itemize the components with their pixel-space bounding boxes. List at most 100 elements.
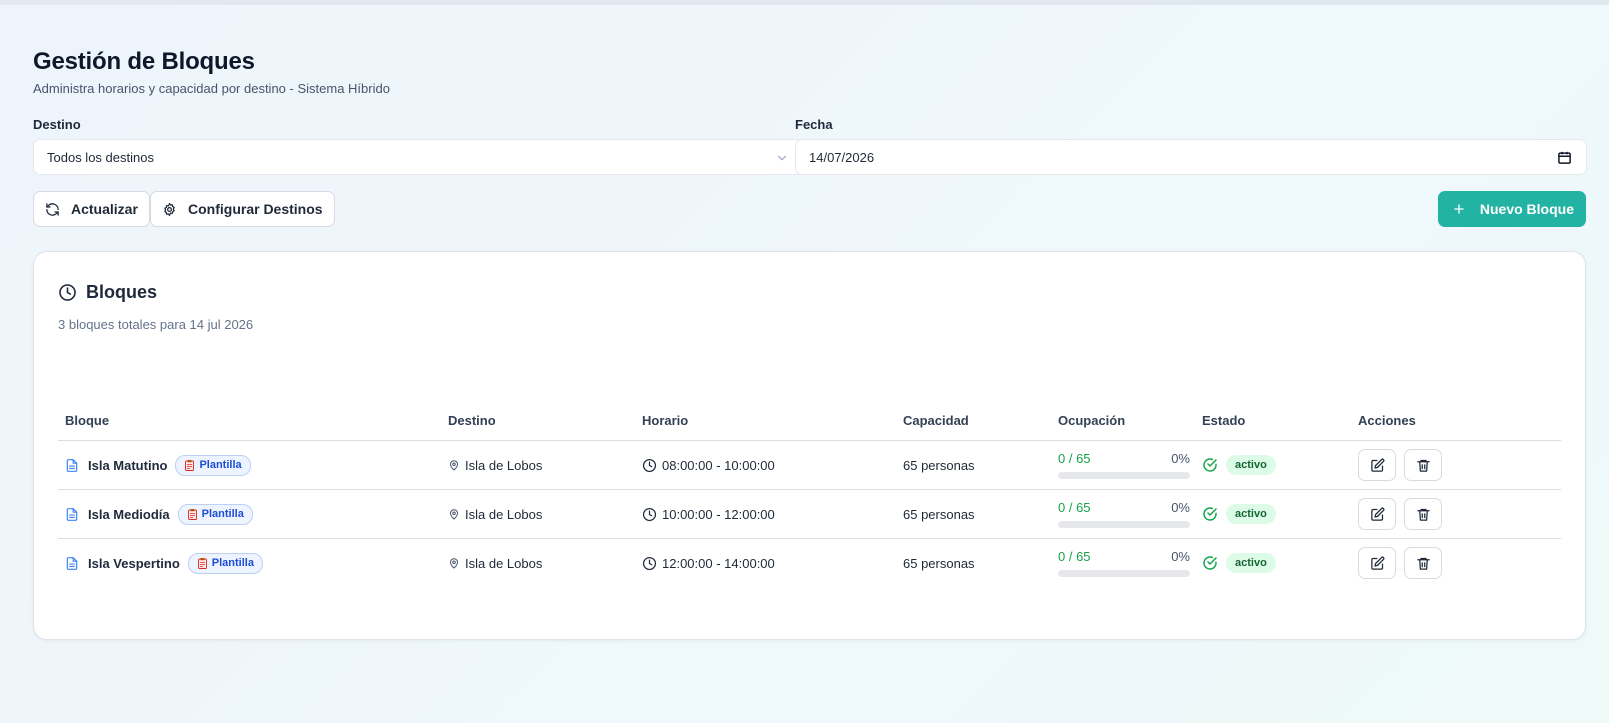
destino-label: Destino (33, 117, 81, 132)
template-badge: Plantilla (175, 454, 251, 476)
configure-destinations-button[interactable]: Configurar Destinos (150, 191, 335, 227)
delete-button[interactable] (1404, 449, 1442, 481)
table-row[interactable]: Isla Matutino Plantilla Isla de Lobos 08… (58, 441, 1561, 490)
column-header-acciones: Acciones (1358, 413, 1416, 428)
clock-icon (59, 284, 76, 301)
fecha-value: 14/07/2026 (809, 149, 875, 165)
capacity-cell: 65 personas (903, 490, 975, 538)
occupancy-percent: 0% (1171, 500, 1190, 515)
status-badge: activo (1226, 455, 1276, 475)
table-body: Isla Matutino Plantilla Isla de Lobos 08… (58, 441, 1561, 588)
block-name-cell: Isla Vespertino Plantilla (65, 539, 263, 587)
occupancy-cell: 0 / 65 0% (1058, 549, 1190, 579)
occupancy-percent: 0% (1171, 451, 1190, 466)
occupancy-percent: 0% (1171, 549, 1190, 564)
occupancy-count: 0 / 65 (1058, 549, 1091, 564)
actions-cell (1358, 441, 1450, 489)
edit-button[interactable] (1358, 547, 1396, 579)
blocks-table: Bloque Destino Horario Capacidad Ocupaci… (58, 409, 1561, 588)
capacity-text: 65 personas (903, 457, 975, 473)
schedule-text: 12:00:00 - 14:00:00 (662, 555, 775, 571)
refresh-icon (46, 202, 59, 216)
destination-text: Isla de Lobos (465, 457, 543, 473)
template-badge-label: Plantilla (199, 459, 242, 471)
configure-label: Configurar Destinos (188, 201, 323, 217)
block-name: Isla Mediodía (88, 506, 170, 522)
template-badge-label: Plantilla (211, 557, 254, 569)
gear-icon (164, 202, 175, 216)
template-badge-label: Plantilla (201, 508, 244, 520)
clock-icon (642, 507, 657, 521)
edit-button[interactable] (1358, 498, 1396, 530)
table-header: Bloque Destino Horario Capacidad Ocupaci… (58, 409, 1561, 441)
delete-button[interactable] (1404, 547, 1442, 579)
column-header-bloque[interactable]: Bloque (65, 413, 109, 428)
block-name: Isla Matutino (88, 457, 168, 473)
check-circle-icon (1203, 458, 1217, 472)
destination-text: Isla de Lobos (465, 506, 543, 522)
destination-cell: Isla de Lobos (448, 490, 542, 538)
card-title-text: Bloques (86, 282, 158, 302)
calendar-icon[interactable] (1557, 150, 1572, 165)
destination-cell: Isla de Lobos (448, 539, 542, 587)
clock-icon (642, 458, 657, 472)
fecha-label: Fecha (795, 117, 833, 132)
block-name-cell: Isla Matutino Plantilla (65, 441, 251, 489)
occupancy-count: 0 / 65 (1058, 500, 1091, 515)
check-circle-icon (1203, 507, 1217, 521)
trash-icon (1416, 557, 1430, 570)
edit-icon (1370, 507, 1384, 521)
column-header-ocupacion[interactable]: Ocupación (1058, 413, 1125, 428)
new-block-label: Nuevo Bloque (1479, 201, 1574, 217)
destino-value: Todos los destinos (47, 149, 154, 165)
occupancy-progress-bar (1058, 472, 1190, 479)
check-circle-icon (1203, 556, 1217, 570)
top-bar (0, 0, 1609, 5)
edit-icon (1370, 458, 1384, 472)
column-header-destino[interactable]: Destino (448, 413, 496, 428)
block-name-cell: Isla Mediodía Plantilla (65, 490, 253, 538)
occupancy-progress-bar (1058, 521, 1190, 528)
new-block-button[interactable]: Nuevo Bloque (1437, 191, 1586, 227)
trash-icon (1416, 508, 1430, 521)
trash-icon (1416, 459, 1430, 472)
occupancy-progress-bar (1058, 570, 1190, 577)
table-row[interactable]: Isla Mediodía Plantilla Isla de Lobos 10… (58, 490, 1561, 539)
page-title: Gestión de Bloques (33, 48, 255, 75)
capacity-text: 65 personas (903, 506, 975, 522)
document-icon (66, 507, 78, 521)
actions-cell (1358, 490, 1450, 538)
schedule-cell: 10:00:00 - 12:00:00 (642, 490, 775, 538)
destination-cell: Isla de Lobos (448, 441, 542, 489)
schedule-cell: 08:00:00 - 10:00:00 (642, 441, 775, 489)
column-header-estado[interactable]: Estado (1202, 413, 1245, 428)
clipboard-icon (197, 557, 207, 569)
table-row[interactable]: Isla Vespertino Plantilla Isla de Lobos … (58, 539, 1561, 588)
document-icon (66, 458, 78, 472)
status-cell: activo (1202, 490, 1276, 538)
status-badge: activo (1226, 553, 1276, 573)
document-icon (66, 556, 78, 570)
clipboard-icon (187, 508, 197, 520)
schedule-text: 08:00:00 - 10:00:00 (662, 457, 775, 473)
fecha-input[interactable]: 14/07/2026 (795, 139, 1587, 175)
map-pin-icon (449, 459, 459, 471)
occupancy-cell: 0 / 65 0% (1058, 451, 1190, 481)
clipboard-icon (185, 459, 195, 471)
block-name: Isla Vespertino (88, 555, 180, 571)
map-pin-icon (449, 508, 459, 520)
capacity-cell: 65 personas (903, 441, 975, 489)
refresh-button[interactable]: Actualizar (33, 191, 150, 227)
capacity-cell: 65 personas (903, 539, 975, 587)
delete-button[interactable] (1404, 498, 1442, 530)
status-cell: activo (1202, 441, 1276, 489)
occupancy-count: 0 / 65 (1058, 451, 1091, 466)
edit-button[interactable] (1358, 449, 1396, 481)
actions-cell (1358, 539, 1450, 587)
column-header-horario[interactable]: Horario (642, 413, 688, 428)
page-subtitle: Administra horarios y capacidad por dest… (33, 81, 390, 96)
destino-select[interactable]: Todos los destinos (33, 139, 804, 175)
column-header-capacidad[interactable]: Capacidad (903, 413, 969, 428)
schedule-cell: 12:00:00 - 14:00:00 (642, 539, 775, 587)
schedule-text: 10:00:00 - 12:00:00 (662, 506, 775, 522)
